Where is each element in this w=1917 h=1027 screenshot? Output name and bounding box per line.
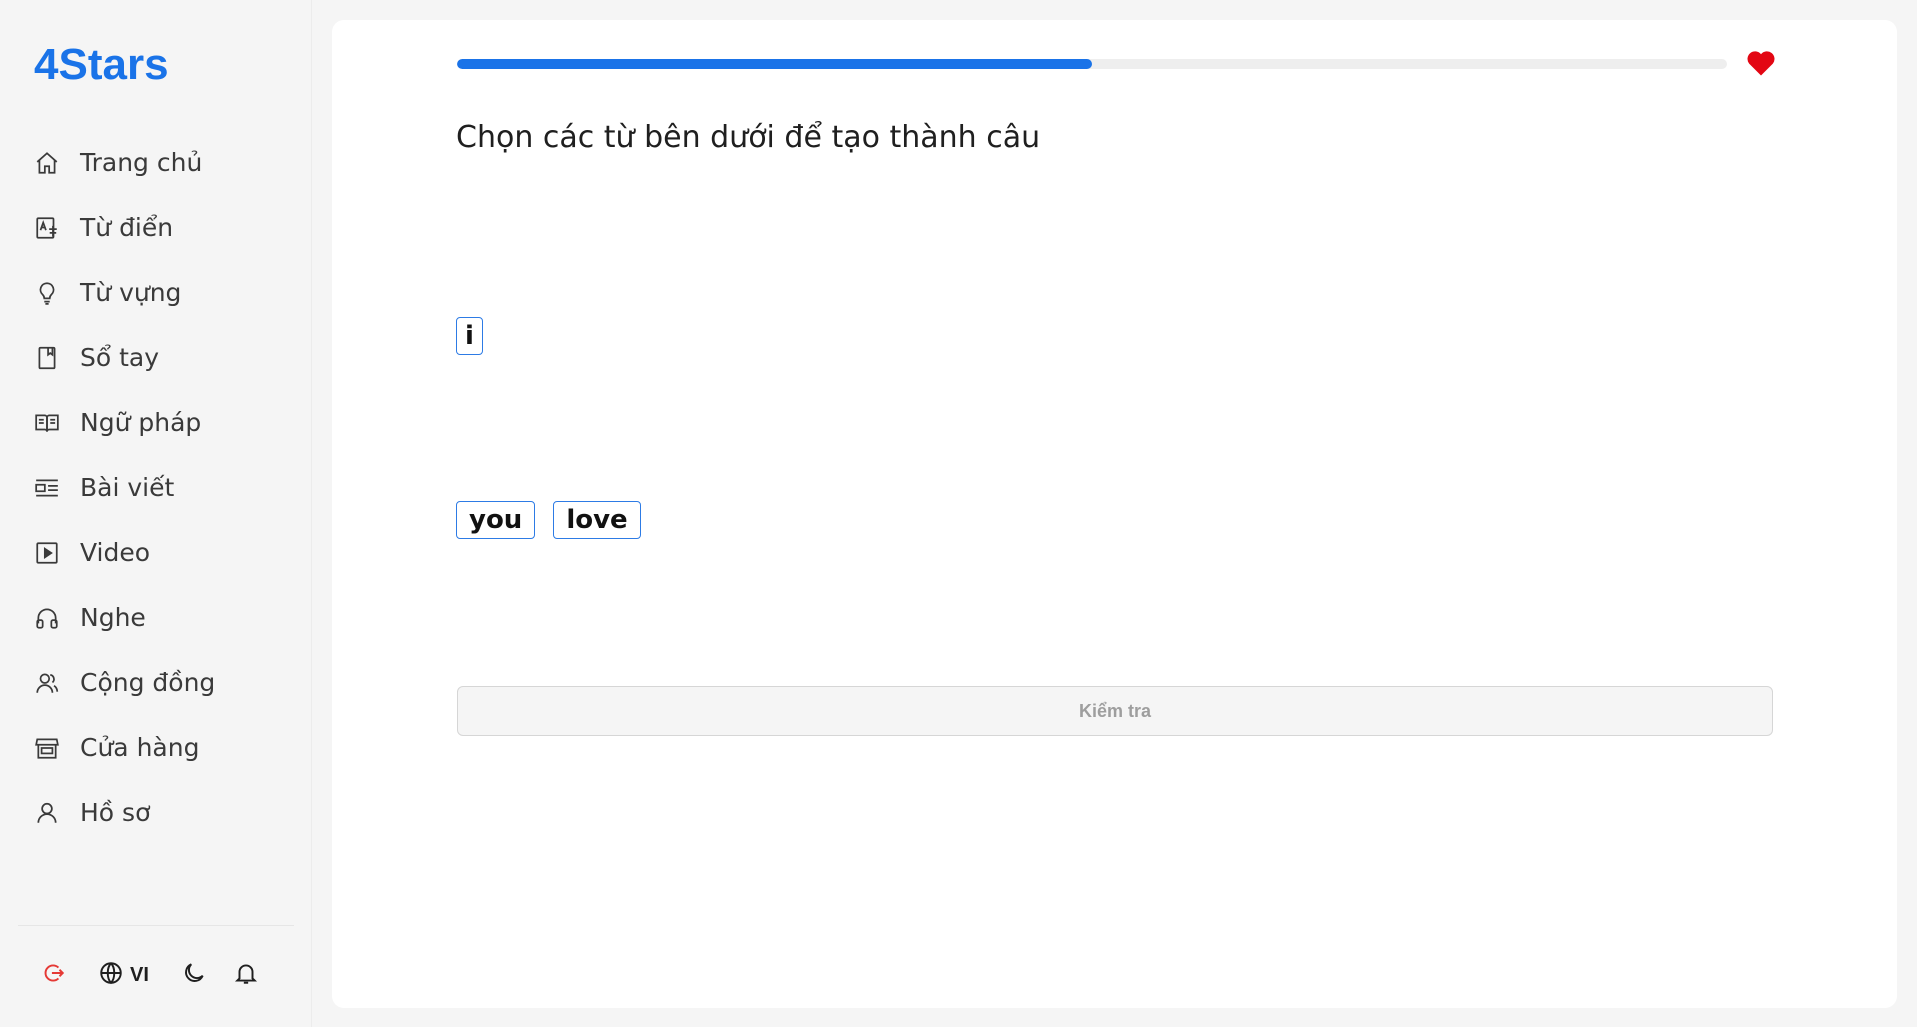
- sidebar-divider: [18, 925, 294, 926]
- logout-button[interactable]: [40, 958, 66, 992]
- sidebar-item-vocabulary[interactable]: Từ vựng: [0, 260, 312, 325]
- notebook-icon: [34, 345, 60, 371]
- video-icon: [34, 540, 60, 566]
- sidebar-item-listening[interactable]: Nghe: [0, 585, 312, 650]
- lightbulb-icon: [34, 280, 60, 306]
- selected-word-chip[interactable]: i: [456, 317, 483, 355]
- heart-icon: [1746, 49, 1776, 77]
- logout-icon: [40, 960, 66, 991]
- app-logo[interactable]: 4Stars: [34, 40, 169, 90]
- sidebar-item-home[interactable]: Trang chủ: [0, 130, 312, 195]
- sidebar-item-notebook[interactable]: Sổ tay: [0, 325, 312, 390]
- check-button[interactable]: Kiểm tra: [457, 686, 1773, 736]
- sidebar-item-articles[interactable]: Bài viết: [0, 455, 312, 520]
- sidebar-item-label: Ngữ pháp: [80, 408, 202, 437]
- sidebar-nav: Trang chủ Từ điển Từ vựng Sổ tay Ngữ phá…: [0, 130, 312, 845]
- book-open-icon: [34, 410, 60, 436]
- lesson-progress-bar: [457, 59, 1727, 69]
- sidebar-item-label: Từ điển: [80, 213, 174, 242]
- sidebar-item-video[interactable]: Video: [0, 520, 312, 585]
- sidebar-item-store[interactable]: Cửa hàng: [0, 715, 312, 780]
- article-icon: [34, 475, 60, 501]
- sidebar-item-label: Trang chủ: [80, 148, 203, 177]
- word-bank-chip[interactable]: love: [553, 501, 641, 539]
- sidebar-item-grammar[interactable]: Ngữ pháp: [0, 390, 312, 455]
- lesson-card: Chọn các từ bên dưới để tạo thành câu i …: [332, 20, 1897, 1008]
- sidebar-item-profile[interactable]: Hồ sơ: [0, 780, 312, 845]
- sidebar-item-label: Video: [80, 538, 151, 567]
- sidebar-item-community[interactable]: Cộng đồng: [0, 650, 312, 715]
- sidebar-item-label: Cửa hàng: [80, 733, 200, 762]
- word-bank-chip[interactable]: you: [456, 501, 536, 539]
- moon-icon: [181, 960, 207, 991]
- lesson-progress-fill: [457, 59, 1092, 69]
- sidebar-item-label: Nghe: [80, 603, 146, 632]
- language-selector[interactable]: VI: [98, 958, 149, 992]
- language-label: VI: [130, 963, 149, 986]
- answer-area: i: [456, 317, 1774, 359]
- sidebar-item-label: Từ vựng: [80, 278, 182, 307]
- headphones-icon: [34, 605, 60, 631]
- sidebar: 4Stars Trang chủ Từ điển Từ vựng Sổ tay: [0, 0, 312, 1027]
- community-icon: [34, 670, 60, 696]
- sidebar-item-label: Sổ tay: [80, 343, 160, 372]
- sidebar-item-label: Cộng đồng: [80, 668, 216, 697]
- question-prompt: Chọn các từ bên dưới để tạo thành câu: [456, 120, 1041, 155]
- dictionary-icon: [34, 215, 60, 241]
- sidebar-item-dictionary[interactable]: Từ điển: [0, 195, 312, 260]
- sidebar-item-label: Bài viết: [80, 473, 175, 502]
- globe-icon: [98, 960, 124, 991]
- word-bank: you love: [456, 501, 1774, 543]
- store-icon: [34, 735, 60, 761]
- theme-toggle-button[interactable]: [181, 958, 207, 992]
- user-icon: [34, 800, 60, 826]
- sidebar-bottom-bar: VI: [0, 958, 312, 992]
- bell-icon: [233, 960, 259, 991]
- sidebar-item-label: Hồ sơ: [80, 798, 151, 827]
- notifications-button[interactable]: [233, 958, 259, 992]
- home-icon: [34, 150, 60, 176]
